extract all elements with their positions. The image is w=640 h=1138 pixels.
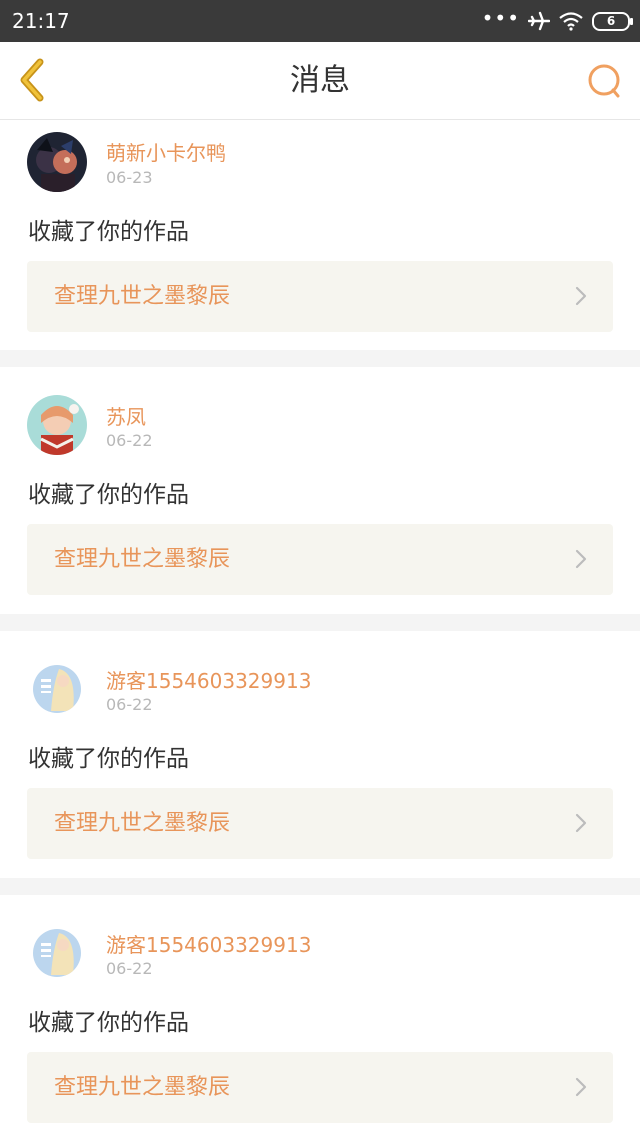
search-icon — [588, 64, 620, 98]
message-date: 06-23 — [106, 168, 153, 187]
status-bar: 21:17 ••• 6 — [0, 0, 640, 42]
more-dots-icon: ••• — [481, 6, 520, 30]
avatar[interactable] — [33, 665, 81, 713]
chevron-right-icon — [575, 549, 587, 569]
work-link[interactable]: 查理九世之墨黎辰 — [27, 1052, 613, 1123]
work-link[interactable]: 查理九世之墨黎辰 — [27, 788, 613, 859]
user-name[interactable]: 游客1554603329913 — [106, 665, 311, 694]
work-link[interactable]: 查理九世之墨黎辰 — [27, 261, 613, 332]
battery-icon: 6 — [592, 11, 633, 31]
wifi-icon — [559, 12, 583, 31]
search-button[interactable] — [582, 60, 626, 102]
work-title: 查理九世之墨黎辰 — [54, 811, 231, 836]
work-title: 查理九世之墨黎辰 — [54, 1075, 231, 1100]
message-card: 游客1554603329913 06-22 收藏了你的作品 查理九世之墨黎辰 — [0, 895, 640, 1138]
user-name[interactable]: 萌新小卡尔鸭 — [106, 137, 226, 166]
chevron-right-icon — [575, 286, 587, 306]
user-name[interactable]: 游客1554603329913 — [106, 929, 311, 958]
work-title: 查理九世之墨黎辰 — [54, 547, 231, 572]
battery-level: 6 — [606, 14, 616, 28]
avatar[interactable] — [33, 929, 81, 977]
message-date: 06-22 — [106, 695, 153, 714]
message-card: 萌新小卡尔鸭 06-23 收藏了你的作品 查理九世之墨黎辰 — [0, 120, 640, 350]
chevron-right-icon — [575, 1077, 587, 1097]
avatar[interactable] — [27, 395, 87, 455]
message-date: 06-22 — [106, 959, 153, 978]
status-icons: ••• 6 — [481, 0, 633, 42]
work-link[interactable]: 查理九世之墨黎辰 — [27, 524, 613, 595]
chevron-right-icon — [575, 813, 587, 833]
work-title: 查理九世之墨黎辰 — [54, 284, 231, 309]
message-text: 收藏了你的作品 — [28, 219, 189, 245]
status-time: 21:17 — [12, 9, 70, 33]
message-card: 苏凤 06-22 收藏了你的作品 查理九世之墨黎辰 — [0, 367, 640, 614]
avatar[interactable] — [27, 132, 87, 192]
airplane-icon — [528, 11, 550, 31]
message-card: 游客1554603329913 06-22 收藏了你的作品 查理九世之墨黎辰 — [0, 631, 640, 878]
message-text: 收藏了你的作品 — [28, 746, 189, 772]
message-text: 收藏了你的作品 — [28, 1010, 189, 1036]
user-name[interactable]: 苏凤 — [106, 401, 146, 430]
message-date: 06-22 — [106, 431, 153, 450]
message-text: 收藏了你的作品 — [28, 482, 189, 508]
page-title: 消息 — [290, 63, 350, 98]
nav-bar: 消息 — [0, 42, 640, 120]
